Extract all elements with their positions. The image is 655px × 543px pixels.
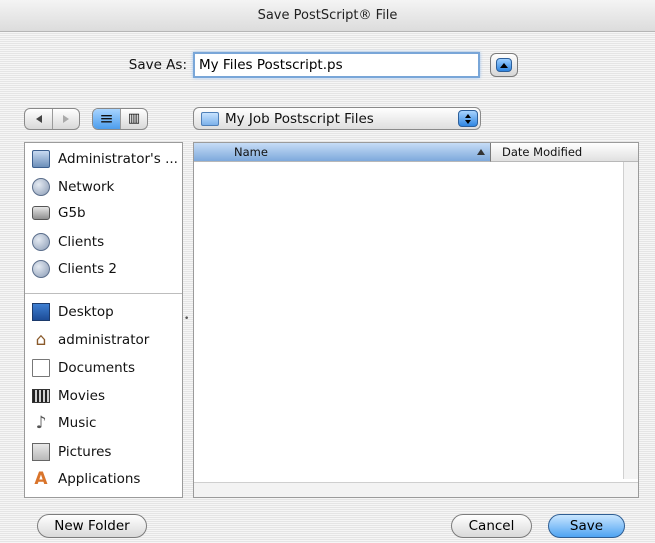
save-button[interactable]: Save <box>548 514 625 538</box>
network-globe-icon <box>32 178 50 196</box>
save-as-filename-input[interactable] <box>193 52 480 78</box>
sidebar-item-label: Movies <box>58 388 105 404</box>
column-header-name[interactable]: Name <box>194 143 491 162</box>
network-volume-icon <box>32 260 50 278</box>
column-header-date-modified[interactable]: Date Modified <box>491 143 624 162</box>
sidebar-item-g5b[interactable]: G5b <box>32 202 86 224</box>
music-icon: ♪ <box>35 413 47 433</box>
desktop-icon <box>32 303 50 321</box>
list-view-icon: ≡ <box>99 109 114 129</box>
triangle-up-icon <box>500 62 508 68</box>
sidebar-item-label: Clients <box>58 234 105 250</box>
sidebar-item-label: G5b <box>58 205 86 221</box>
back-arrow-icon <box>35 115 42 123</box>
sidebar-item-applications[interactable]: A Applications <box>32 468 140 490</box>
sidebar-divider <box>25 293 182 294</box>
documents-icon <box>32 359 50 377</box>
home-icon: ⌂ <box>35 330 47 350</box>
column-view-button[interactable]: ▥ <box>120 109 147 129</box>
movies-icon <box>32 389 50 403</box>
vertical-scrollbar[interactable] <box>623 162 638 479</box>
sort-ascending-icon <box>477 149 485 155</box>
forward-button[interactable] <box>52 109 79 129</box>
column-view-icon: ▥ <box>127 111 141 126</box>
network-volume-icon <box>32 233 50 251</box>
computer-icon <box>32 150 50 168</box>
splitter-handle[interactable]: • <box>184 314 189 324</box>
column-name-label: Name <box>234 145 268 159</box>
file-list[interactable]: Name Date Modified <box>193 142 639 498</box>
sidebar-item-label: Administrator's ... <box>58 151 178 167</box>
sidebar-item-movies[interactable]: Movies <box>32 385 105 407</box>
location-folder-name: My Job Postscript Files <box>225 110 374 127</box>
sidebar-item-desktop[interactable]: Desktop <box>32 301 114 323</box>
column-header-spacer <box>624 143 638 162</box>
sidebar-item-label: Music <box>58 415 97 431</box>
hard-disk-icon <box>32 206 50 220</box>
cancel-button[interactable]: Cancel <box>451 514 532 538</box>
view-mode-buttons: ≡ ▥ <box>92 108 148 130</box>
back-forward-buttons <box>24 108 80 130</box>
sidebar-item-music[interactable]: ♪ Music <box>32 412 97 434</box>
location-popup[interactable]: My Job Postscript Files <box>193 107 481 130</box>
folder-icon <box>201 111 219 126</box>
sidebar-item-label: Documents <box>58 360 135 376</box>
sidebar-item-administrator[interactable]: ⌂ administrator <box>32 329 150 351</box>
sidebar-item-network[interactable]: Network <box>32 176 114 198</box>
sidebar-item-label: administrator <box>58 332 150 348</box>
horizontal-scrollbar[interactable] <box>194 482 638 497</box>
sidebar-item-documents[interactable]: Documents <box>32 357 135 379</box>
sidebar-item-label: Desktop <box>58 304 114 320</box>
window-title: Save PostScript® File <box>0 0 655 32</box>
sidebar-item-label: Applications <box>58 471 141 487</box>
applications-icon: A <box>34 469 48 489</box>
sidebar-item-label: Network <box>58 179 115 195</box>
new-folder-button[interactable]: New Folder <box>37 514 147 538</box>
forward-arrow-icon <box>63 115 69 123</box>
popup-arrows-icon <box>458 110 478 127</box>
sidebar-item-clients-2[interactable]: Clients 2 <box>32 258 117 280</box>
sidebar-item-administrators-computer[interactable]: Administrator's ... <box>32 148 178 170</box>
column-date-label: Date Modified <box>502 145 583 159</box>
sidebar-item-label: Clients 2 <box>58 261 117 277</box>
save-as-label: Save As: <box>128 57 187 73</box>
expand-dialog-button[interactable] <box>490 53 518 77</box>
back-button[interactable] <box>25 109 52 129</box>
sidebar-item-pictures[interactable]: Pictures <box>32 441 111 463</box>
sidebar: Administrator's ... Network G5b Clients … <box>24 142 183 498</box>
sidebar-item-clients[interactable]: Clients <box>32 231 104 253</box>
sidebar-item-label: Pictures <box>58 444 112 460</box>
list-view-button[interactable]: ≡ <box>93 109 120 129</box>
pictures-icon <box>32 443 50 461</box>
